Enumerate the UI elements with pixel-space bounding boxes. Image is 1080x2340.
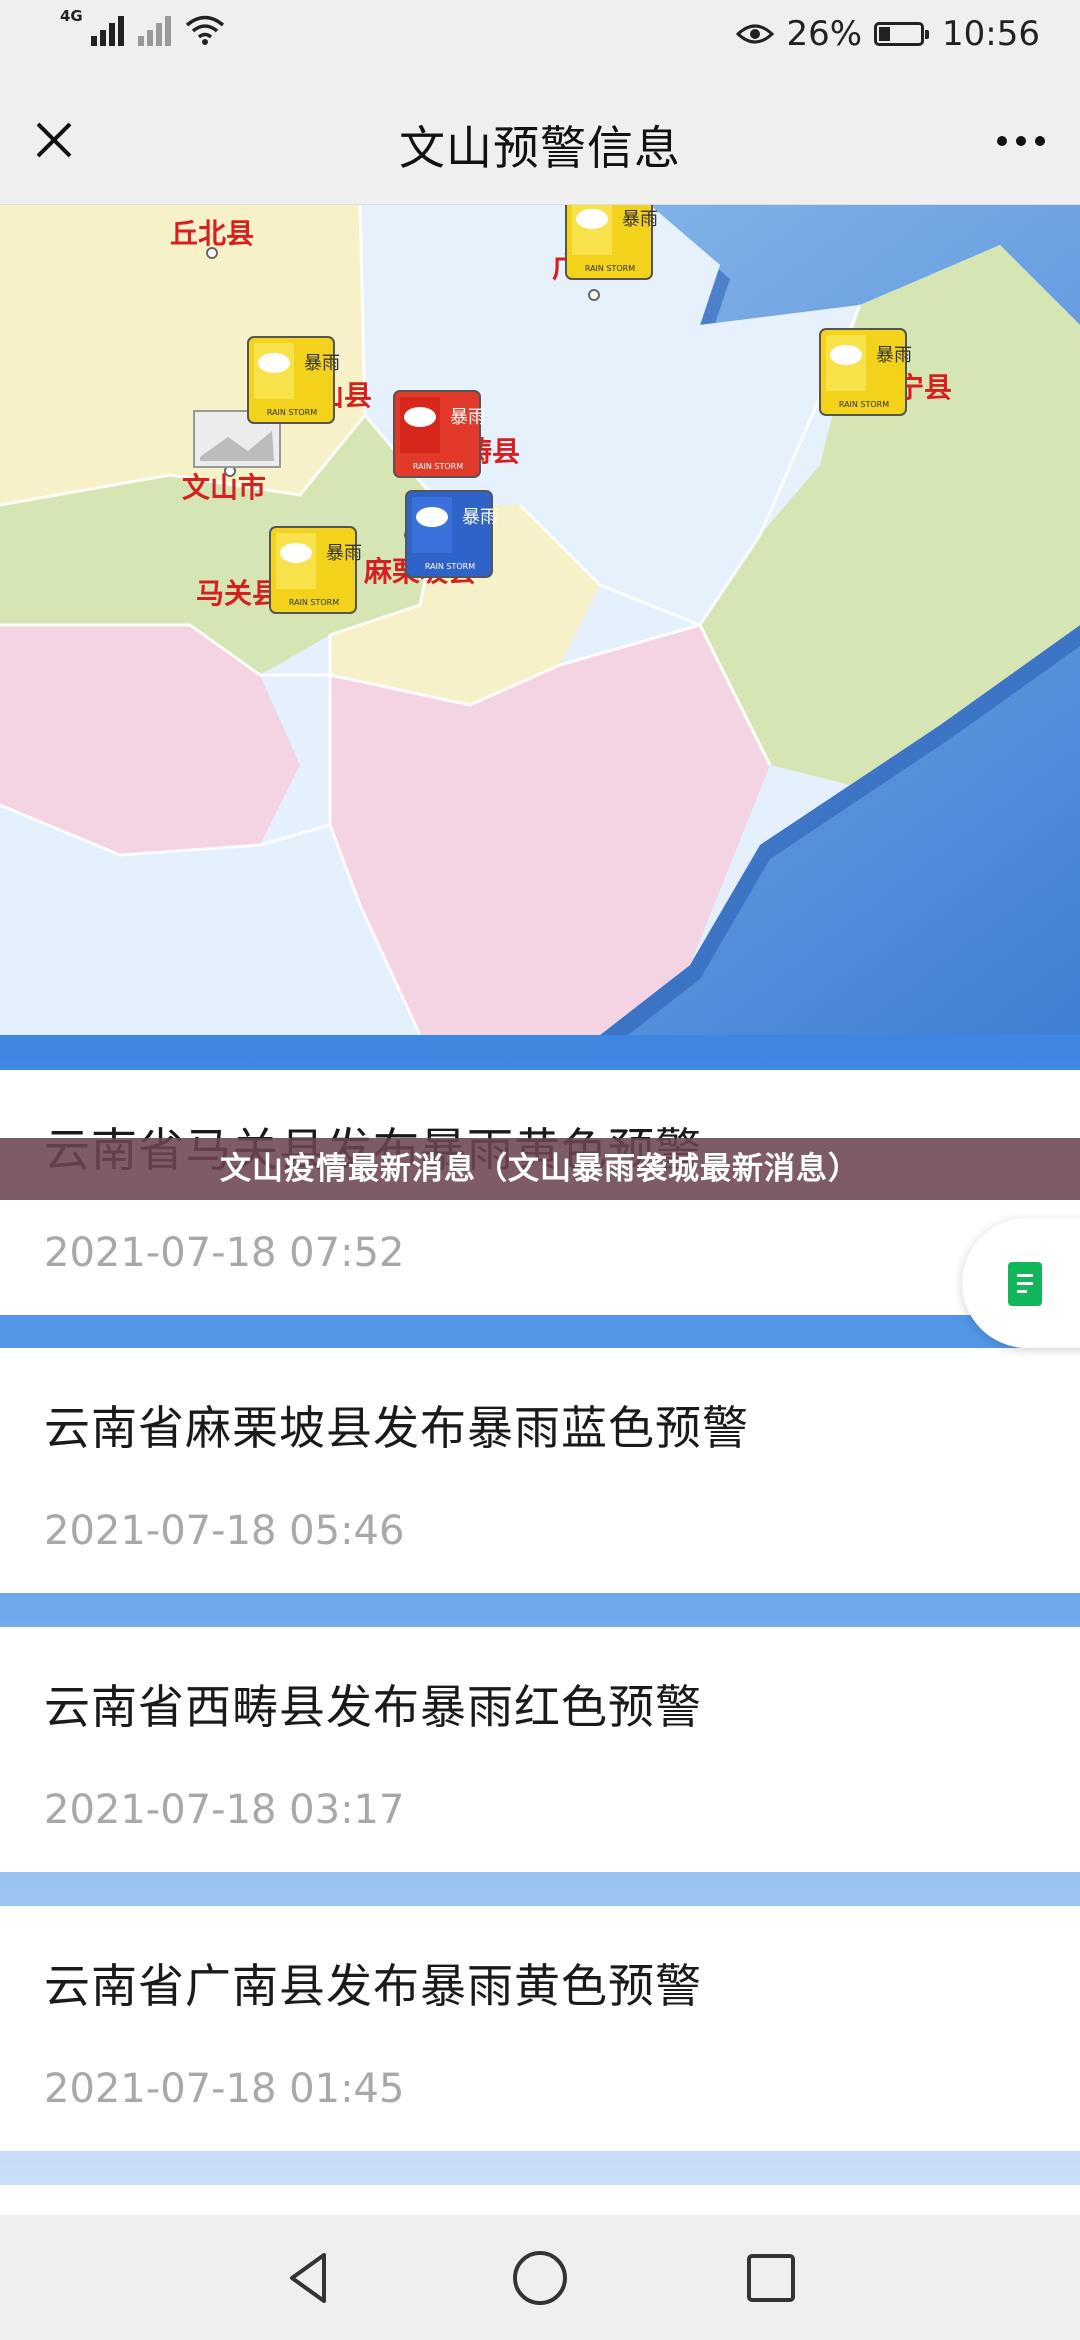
more-icon — [997, 136, 1045, 146]
network-tag: 4G — [60, 7, 83, 25]
warning-map-image: 丘北县 广南县 砚山县 富宁县 西畴县 文山市 麻栗坡县 马关县 暴雨 RAIN… — [0, 205, 1080, 1035]
warning-char: 暴雨 — [326, 543, 362, 564]
warning-item-partial[interactable] — [0, 2185, 1080, 2215]
warning-date: 2021-07-18 05:46 — [44, 1508, 405, 1554]
document-icon — [1008, 1262, 1042, 1306]
home-button[interactable] — [507, 2245, 573, 2311]
warning-title: 云南省麻栗坡县发布暴雨蓝色预警 — [44, 1401, 749, 1455]
county-label-wenshan: 文山市 — [182, 471, 266, 504]
warning-date: 2021-07-18 03:17 — [44, 1787, 405, 1833]
county-label-maguan: 马关县 — [196, 577, 280, 610]
warning-item[interactable]: 云南省广南县发布暴雨黄色预警 2021-07-18 01:45 — [0, 1906, 1080, 2151]
status-left: 4G — [60, 9, 225, 46]
warning-badge-text: RAIN STORM — [267, 408, 317, 417]
warning-title: 云南省西畴县发布暴雨红色预警 — [44, 1680, 702, 1734]
warning-badge-yanshan: 暴雨 RAIN STORM — [247, 336, 340, 424]
navigation-bar — [0, 2215, 1080, 2340]
signal-weak-icon — [137, 14, 171, 46]
warning-char: 暴雨 — [622, 209, 658, 230]
warning-date: 2021-07-18 01:45 — [44, 2066, 405, 2112]
signal-icon — [90, 14, 124, 46]
warning-badge-maguan: 暴雨 RAIN STORM — [269, 526, 362, 614]
warning-badge-malipo: 暴雨 RAIN STORM — [405, 490, 498, 578]
county-label-qiubei: 丘北县 — [170, 217, 254, 250]
recents-icon — [747, 2254, 795, 2302]
back-icon — [290, 2253, 326, 2303]
warning-badge-guangnan: 暴雨 RAIN STORM — [565, 205, 658, 280]
warning-badge-text: RAIN STORM — [413, 462, 463, 471]
warning-item[interactable]: 云南省西畴县发布暴雨红色预警 2021-07-18 03:17 — [0, 1627, 1080, 1872]
back-button[interactable] — [276, 2245, 342, 2311]
more-button[interactable] — [988, 116, 1054, 166]
warning-title: 云南省广南县发布暴雨黄色预警 — [44, 1959, 702, 2013]
warning-char: 暴雨 — [876, 345, 912, 366]
battery-percent: 26% — [786, 14, 863, 54]
overlay-banner: 文山疫情最新消息（文山暴雨袭城最新消息） — [0, 1138, 1080, 1200]
status-bar: 4G 26% 10:56 — [0, 0, 1080, 72]
battery-icon — [874, 22, 930, 46]
warning-badge-funing: 暴雨 RAIN STORM — [819, 328, 912, 416]
warning-char: 暴雨 — [304, 353, 340, 374]
warning-item[interactable]: 云南省麻栗坡县发布暴雨蓝色预警 2021-07-18 05:46 — [0, 1348, 1080, 1593]
eye-icon — [736, 24, 775, 44]
status-right: 26% 10:56 — [736, 14, 1040, 54]
warning-badge-text: RAIN STORM — [289, 598, 339, 607]
home-icon — [513, 2251, 567, 2305]
page-title: 文山预警信息 — [399, 121, 681, 175]
warning-date: 2021-07-18 07:52 — [44, 1230, 405, 1276]
wifi-icon — [185, 15, 224, 45]
warning-badge-text: RAIN STORM — [425, 562, 475, 571]
recents-button[interactable] — [738, 2245, 804, 2311]
warning-char: 暴雨 — [462, 507, 498, 528]
warning-badge-text: RAIN STORM — [585, 264, 635, 273]
title-bar: 文山预警信息 — [0, 72, 1080, 205]
warning-char: 暴雨 — [450, 407, 486, 428]
warning-badge-xichou: 暴雨 RAIN STORM — [393, 390, 486, 478]
clock: 10:56 — [942, 14, 1040, 54]
floating-document-button[interactable] — [962, 1218, 1080, 1348]
warning-badge-text: RAIN STORM — [839, 400, 889, 409]
